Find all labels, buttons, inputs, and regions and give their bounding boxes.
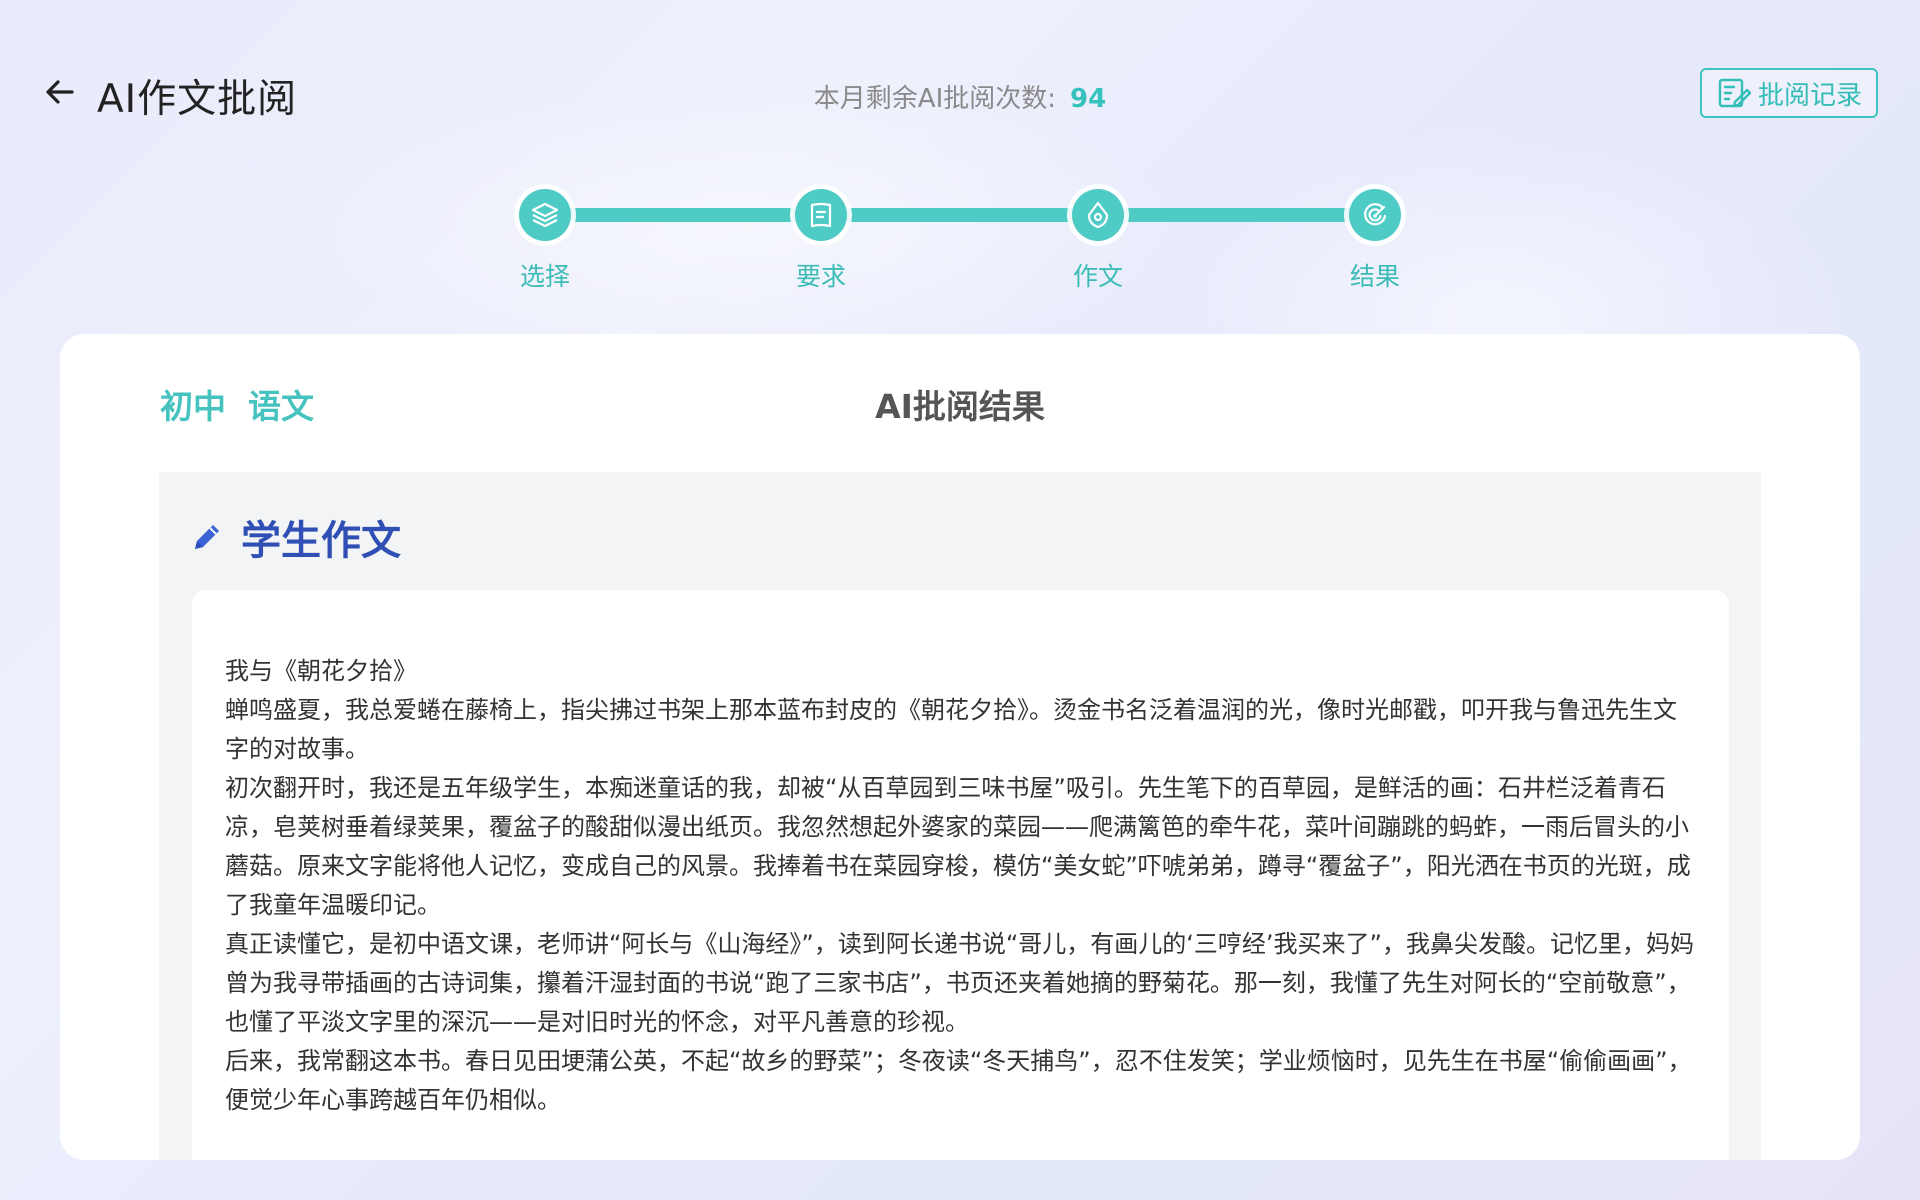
review-records-label: 批阅记录	[1757, 80, 1862, 111]
step-label: 要求	[795, 262, 846, 291]
essay-paragraph: 初次翻开时，我还是五年级学生，本痴迷童话的我，却被“从百草园到三味书屋”吸引。先…	[225, 774, 1691, 919]
result-card: 初中 语文 AI批阅结果 学生作文 我与《朝花夕拾》 蝉鸣盛夏，我总爱蜷在藤椅上…	[60, 334, 1860, 1160]
section-title: 学生作文	[241, 518, 401, 564]
step-requirements-circle[interactable]	[795, 189, 847, 241]
target-icon	[1364, 203, 1387, 226]
layers-icon	[531, 202, 559, 228]
step-label: 作文	[1072, 262, 1123, 291]
essay-paragraph: 蝉鸣盛夏，我总爱蜷在藤椅上，指尖拂过书架上那本蓝布封皮的《朝花夕拾》。烫金书名泛…	[225, 696, 1677, 763]
review-records-button[interactable]: 批阅记录	[1700, 68, 1878, 118]
step-result-circle[interactable]	[1349, 189, 1401, 241]
result-title: AI批阅结果	[875, 387, 1045, 426]
step-select[interactable]: 选择	[490, 176, 600, 293]
essay-title: 我与《朝花夕拾》	[225, 657, 417, 685]
essay-content: 我与《朝花夕拾》 蝉鸣盛夏，我总爱蜷在藤椅上，指尖拂过书架上那本蓝布封皮的《朝花…	[192, 590, 1729, 1160]
remaining-quota: 本月剩余AI批阅次数: 94	[0, 78, 1920, 115]
step-label: 选择	[519, 262, 570, 291]
remaining-label: 本月剩余AI批阅次数:	[813, 84, 1057, 114]
edit-record-icon	[1718, 78, 1752, 108]
section-header: 学生作文	[189, 508, 401, 566]
step-requirements[interactable]: 要求	[766, 176, 876, 293]
step-result[interactable]: 结果	[1320, 176, 1430, 293]
essay-paragraph: 后来，我常翻这本书。春日见田埂蒲公英，不起“故乡的野菜”；冬夜读“冬天捕鸟”，忍…	[225, 1047, 1692, 1114]
pen-nib-icon	[1087, 201, 1109, 229]
remaining-count: 94	[1070, 84, 1107, 114]
step-essay-circle[interactable]	[1072, 189, 1124, 241]
pencil-icon	[195, 525, 219, 549]
step-essay[interactable]: 作文	[1043, 176, 1153, 293]
student-essay-panel: 学生作文 我与《朝花夕拾》 蝉鸣盛夏，我总爱蜷在藤椅上，指尖拂过书架上那本蓝布封…	[159, 472, 1761, 1160]
step-connector	[545, 208, 1371, 222]
step-label: 结果	[1349, 262, 1400, 291]
document-icon	[810, 202, 832, 228]
essay-paragraph: 真正读懂它，是初中语文课，老师讲“阿长与《山海经》”，读到阿长递书说“哥儿，有画…	[225, 930, 1694, 1036]
step-select-circle[interactable]	[519, 189, 571, 241]
progress-steps: 选择 要求 作文 结果	[0, 176, 1920, 291]
